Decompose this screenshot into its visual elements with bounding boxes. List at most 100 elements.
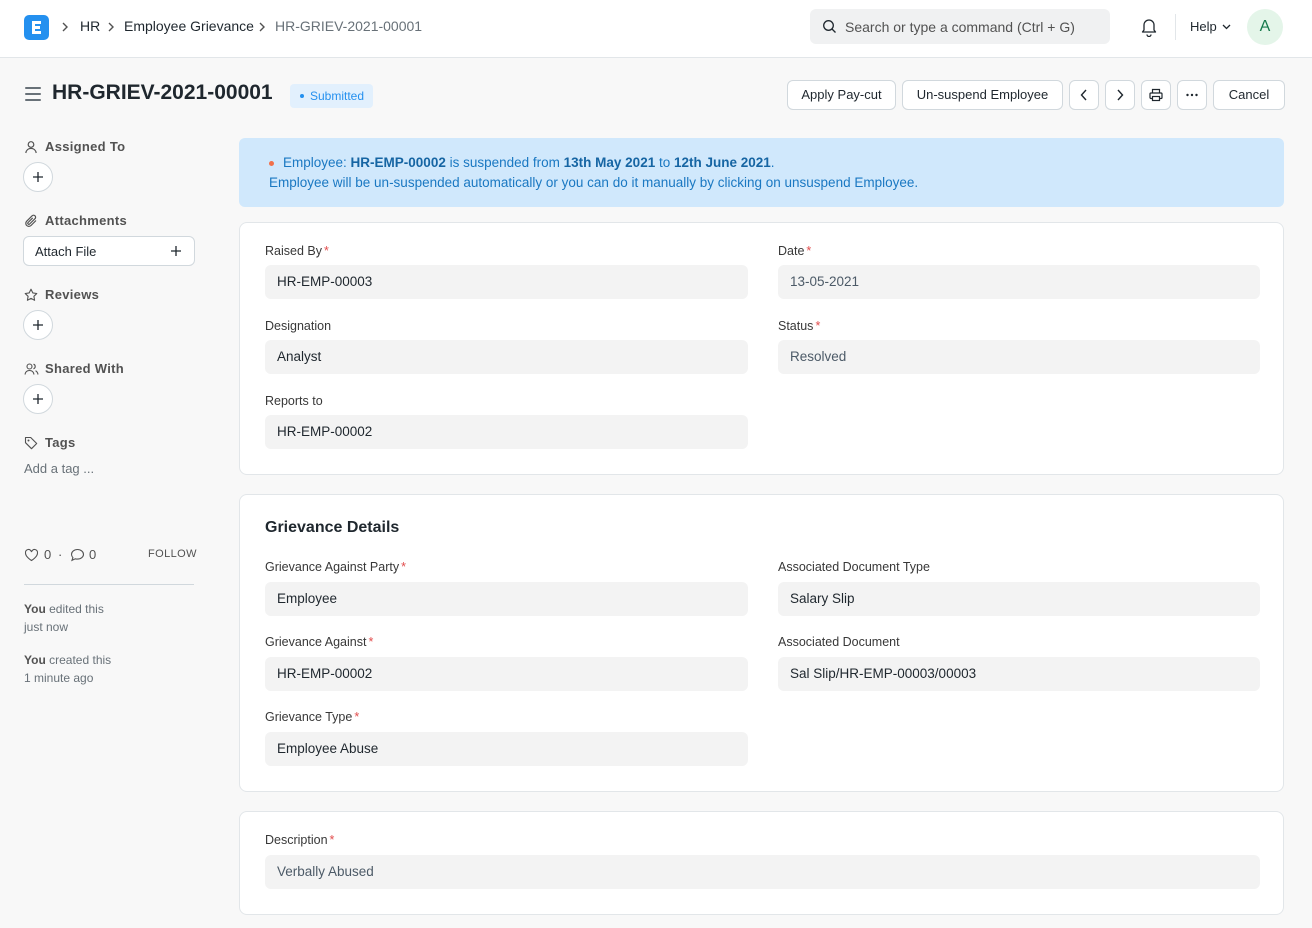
tags-label: Tags: [45, 435, 76, 450]
grievance-against-field[interactable]: HR-EMP-00002: [265, 657, 748, 691]
date-field[interactable]: 13-05-2021: [778, 265, 1260, 299]
next-document-button[interactable]: [1105, 80, 1135, 110]
print-button[interactable]: [1141, 80, 1171, 110]
star-icon: [24, 288, 38, 301]
user-icon: [25, 141, 37, 154]
navbar: HR Employee Grievance HR-GRIEV-2021-0000…: [0, 0, 1312, 58]
printer-icon: [1149, 88, 1163, 102]
grievance-type-label-text: Grievance Type: [265, 710, 353, 724]
reports-to-field[interactable]: HR-EMP-00002: [265, 415, 748, 449]
search-bar[interactable]: [810, 9, 1110, 44]
status-label: Status *: [778, 319, 821, 333]
grievance-against-party-label-text: Grievance Against Party: [265, 560, 400, 574]
grievance-details-card: Grievance Details Grievance Against Part…: [239, 494, 1284, 792]
reviews-label: Reviews: [45, 287, 100, 302]
raised-by-label-text: Raised By: [265, 244, 322, 258]
more-horizontal-icon: [1186, 93, 1198, 97]
app-logo[interactable]: [24, 15, 49, 40]
bell-icon[interactable]: [1140, 17, 1158, 37]
designation-field[interactable]: Analyst: [265, 340, 748, 374]
breadcrumb-hr[interactable]: HR: [80, 18, 100, 34]
grievance-type-field[interactable]: Employee Abuse: [265, 732, 748, 766]
likes-count: 0: [44, 547, 52, 562]
status-label-text: Status: [778, 319, 814, 333]
attach-file-label: Attach File: [35, 244, 97, 259]
grievance-against-label: Grievance Against *: [265, 635, 374, 649]
status-field[interactable]: Resolved: [778, 340, 1260, 374]
alert-line-2: Employee will be un-suspended automatica…: [269, 175, 919, 190]
unsuspend-employee-button[interactable]: Un-suspend Employee: [902, 80, 1063, 110]
plus-icon: [33, 394, 43, 404]
shared-with-label: Shared With: [45, 361, 125, 376]
details-card: Raised By * HR-EMP-00003 Date * 13-05-2021…: [239, 222, 1284, 475]
raised-by-field[interactable]: HR-EMP-00003: [265, 265, 748, 299]
chevron-right-icon: [1117, 89, 1124, 101]
activity-action: edited this: [49, 602, 104, 616]
chevron-right-icon: [62, 22, 68, 32]
alert-line-1: Employee: HR-EMP-00002 is suspended from…: [283, 155, 775, 170]
previous-document-button[interactable]: [1069, 80, 1099, 110]
follow-button[interactable]: FOLLOW: [148, 548, 197, 560]
reports-to-label: Reports to: [265, 394, 323, 408]
associated-document-type-label: Associated Document Type: [778, 560, 930, 574]
status-badge: Submitted: [290, 84, 374, 108]
apply-pay-cut-button[interactable]: Apply Pay-cut: [787, 80, 896, 110]
assigned-to-label: Assigned To: [45, 139, 126, 154]
alert-text: .: [770, 155, 775, 170]
attach-file-button[interactable]: Attach File: [23, 236, 195, 266]
cancel-button[interactable]: Cancel: [1213, 80, 1285, 110]
grievance-against-party-label: Grievance Against Party *: [265, 560, 406, 574]
raised-by-label: Raised By *: [265, 244, 329, 258]
attachments-label: Attachments: [45, 213, 128, 228]
navbar-divider: [1175, 14, 1176, 40]
associated-document-label: Associated Document: [778, 635, 900, 649]
sidebar-toggle-icon[interactable]: [25, 87, 41, 101]
help-dropdown[interactable]: Help: [1190, 19, 1231, 34]
add-share-button[interactable]: [23, 384, 53, 414]
add-assignee-button[interactable]: [23, 162, 53, 192]
breadcrumb-employee-grievance[interactable]: Employee Grievance: [124, 18, 254, 34]
activity-time: just now: [24, 620, 69, 634]
comment-icon[interactable]: [70, 548, 85, 562]
search-input[interactable]: [845, 9, 1100, 44]
description-label-text: Description: [265, 833, 328, 847]
grievance-against-label-text: Grievance Against: [265, 635, 367, 649]
grievance-against-party-field[interactable]: Employee: [265, 582, 748, 616]
page-title: HR-GRIEV-2021-00001: [52, 81, 273, 104]
help-label: Help: [1190, 19, 1217, 34]
description-field[interactable]: Verbally Abused: [265, 855, 1260, 889]
users-icon: [24, 363, 39, 375]
user-avatar[interactable]: A: [1247, 9, 1283, 45]
activity-time: 1 minute ago: [24, 671, 94, 685]
activity-item: You edited this just now: [24, 600, 154, 636]
plus-icon: [171, 246, 181, 256]
heart-icon[interactable]: [24, 548, 39, 562]
chevron-right-icon: [259, 22, 265, 32]
add-review-button[interactable]: [23, 310, 53, 340]
grievance-type-label: Grievance Type *: [265, 710, 360, 724]
description-card: Description * Verbally Abused: [239, 811, 1284, 915]
search-icon: [823, 20, 836, 33]
alert-indicator: [269, 161, 274, 166]
chevron-left-icon: [1080, 89, 1087, 101]
description-label: Description *: [265, 833, 335, 847]
alert-employee: HR-EMP-00002: [350, 155, 446, 170]
alert-text: to: [655, 155, 674, 170]
plus-icon: [33, 172, 43, 182]
section-title: Grievance Details: [265, 519, 400, 536]
activity-action: created this: [49, 653, 112, 667]
comments-count: 0: [89, 547, 97, 562]
activity-item: You created this 1 minute ago: [24, 651, 154, 687]
sidebar-divider: [24, 584, 194, 585]
suspension-alert: Employee: HR-EMP-00002 is suspended from…: [239, 138, 1284, 207]
more-actions-button[interactable]: [1177, 80, 1207, 110]
associated-document-field[interactable]: Sal Slip/HR-EMP-00003/00003: [778, 657, 1260, 691]
alert-text: Employee:: [283, 155, 351, 170]
associated-document-type-field[interactable]: Salary Slip: [778, 582, 1260, 616]
activity-user: You: [24, 653, 46, 667]
breadcrumb-current[interactable]: HR-GRIEV-2021-00001: [275, 18, 422, 34]
add-tag-link[interactable]: Add a tag ...: [24, 461, 94, 476]
designation-label: Designation: [265, 319, 332, 333]
alert-to-date: 12th June 2021: [673, 155, 771, 170]
date-label: Date *: [778, 244, 812, 258]
